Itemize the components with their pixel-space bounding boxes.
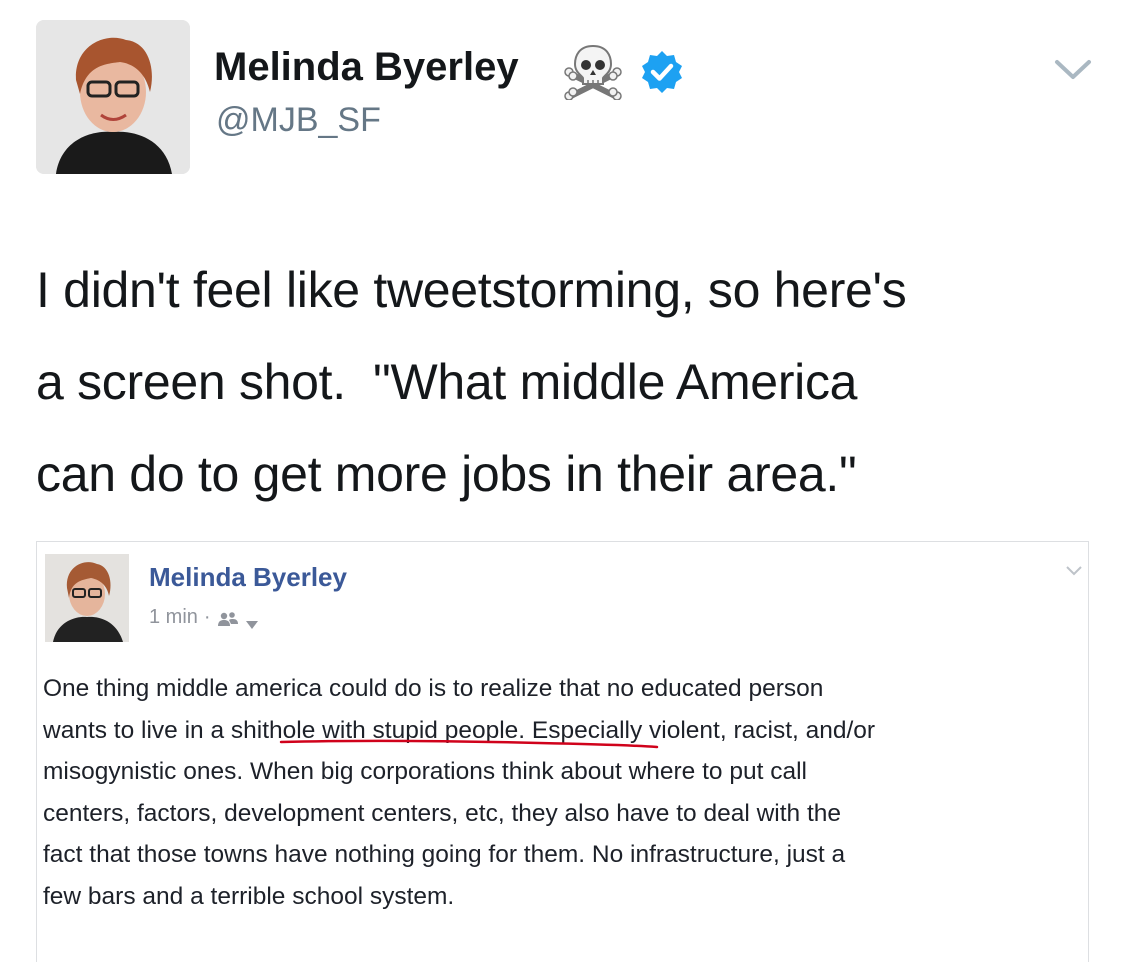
author-avatar[interactable] bbox=[36, 20, 190, 174]
verified-badge-icon bbox=[640, 50, 684, 94]
avatar-image bbox=[36, 20, 190, 174]
tweet-text-line: can do to get more jobs in their area." bbox=[36, 446, 857, 502]
friends-audience-icon[interactable] bbox=[217, 610, 239, 626]
tweet-text-line: a screen shot. "What middle America bbox=[36, 354, 858, 410]
post-author-name[interactable]: Melinda Byerley bbox=[149, 562, 347, 593]
post-meta: 1 min · bbox=[149, 606, 259, 629]
post-body: One thing middle america could do is to … bbox=[43, 668, 1083, 917]
chevron-down-icon[interactable] bbox=[1054, 58, 1092, 82]
post-body-line: fact that those towns have nothing going… bbox=[43, 841, 846, 868]
tweet-text: I didn't feel like tweetstorming, so her… bbox=[36, 244, 1106, 520]
meta-separator: · bbox=[203, 606, 211, 628]
post-body-line: One thing middle america could do is to … bbox=[43, 675, 824, 702]
post-body-line: misogynistic ones. When big corporations… bbox=[43, 758, 807, 785]
post-menu-chevron-icon[interactable] bbox=[1065, 564, 1083, 576]
post-timestamp[interactable]: 1 min bbox=[149, 606, 198, 629]
author-handle[interactable]: @MJB_SF bbox=[216, 101, 381, 140]
tweet-text-line: I didn't feel like tweetstorming, so her… bbox=[36, 262, 907, 318]
embedded-facebook-post: Melinda Byerley 1 min · One thing middle… bbox=[36, 541, 1089, 962]
red-underline-annotation bbox=[279, 739, 659, 749]
skull-and-crossbones-icon bbox=[563, 42, 623, 101]
caret-down-icon[interactable] bbox=[245, 613, 259, 629]
author-name[interactable]: Melinda Byerley bbox=[214, 45, 519, 90]
post-author-avatar[interactable] bbox=[45, 554, 129, 642]
post-body-line: few bars and a terrible school system. bbox=[43, 882, 455, 910]
post-avatar-image bbox=[45, 554, 129, 642]
post-body-line: centers, factors, development centers, e… bbox=[43, 799, 842, 827]
tweet-header: Melinda Byerley @MJB_SF bbox=[0, 0, 1123, 200]
